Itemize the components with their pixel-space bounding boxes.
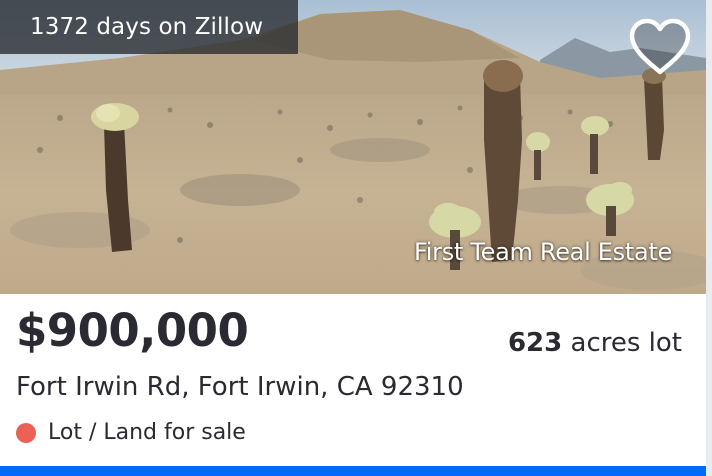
status-dot-icon bbox=[16, 422, 36, 443]
listing-info: $900,000 623 acres lot Fort Irwin Rd, Fo… bbox=[0, 294, 706, 466]
lot-size-number: 623 bbox=[507, 328, 563, 358]
days-on-zillow-badge: 1372 days on Zillow bbox=[0, 0, 298, 54]
heart-outline-icon bbox=[629, 18, 691, 75]
save-favorite-button[interactable] bbox=[626, 16, 694, 78]
lot-size: 623 acres lot bbox=[508, 328, 682, 358]
status-label: Lot / Land for sale bbox=[48, 420, 246, 445]
card-edge bbox=[706, 0, 712, 476]
listing-attribution: First Team Real Estate bbox=[414, 238, 672, 266]
card-accent-bar bbox=[0, 466, 706, 476]
listing-status: Lot / Land for sale bbox=[16, 420, 246, 445]
listing-price: $900,000 bbox=[16, 304, 249, 357]
listing-address[interactable]: Fort Irwin Rd, Fort Irwin, CA 92310 bbox=[16, 372, 464, 402]
lot-size-unit: acres lot bbox=[562, 328, 683, 358]
listing-card[interactable]: 1372 days on Zillow First Team Real Esta… bbox=[0, 0, 712, 476]
